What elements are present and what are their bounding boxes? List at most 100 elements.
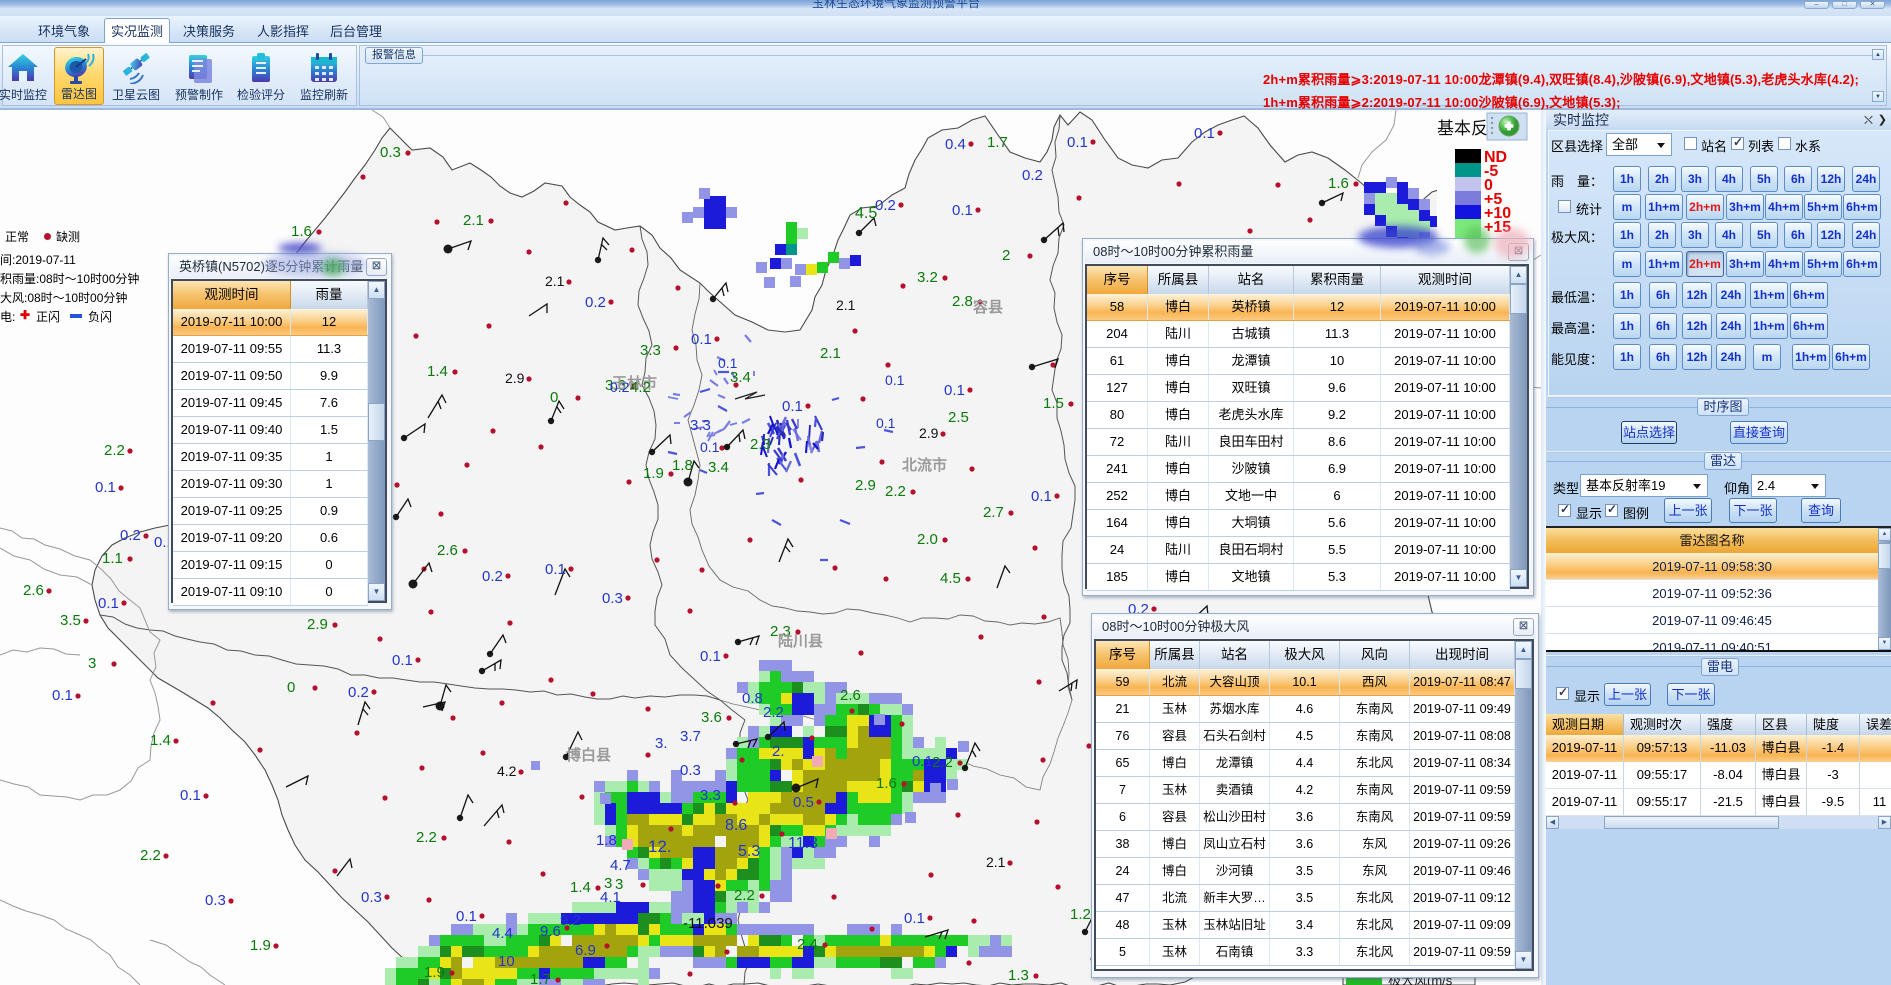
svg-text:0.1: 0.1 bbox=[782, 398, 803, 415]
svg-text:1.4: 1.4 bbox=[150, 732, 171, 749]
svg-text:4.2: 4.2 bbox=[497, 763, 517, 779]
svg-text:2: 2 bbox=[1002, 247, 1010, 264]
svg-text:4.5: 4.5 bbox=[940, 570, 961, 587]
svg-text:2.1: 2.1 bbox=[820, 345, 841, 362]
svg-text:9.6: 9.6 bbox=[540, 923, 561, 940]
svg-text:2.2: 2.2 bbox=[140, 847, 161, 864]
svg-text:2.2: 2.2 bbox=[416, 829, 437, 846]
svg-text:11.3: 11.3 bbox=[788, 835, 818, 852]
svg-text:2.5: 2.5 bbox=[948, 409, 969, 426]
svg-text:0.8: 0.8 bbox=[742, 690, 763, 707]
svg-text:0.1: 0.1 bbox=[1067, 134, 1088, 151]
svg-text:2.8: 2.8 bbox=[952, 293, 973, 310]
svg-text:2.9: 2.9 bbox=[307, 616, 328, 633]
svg-text:0.1: 0.1 bbox=[180, 787, 201, 804]
svg-text:1.6: 1.6 bbox=[1328, 175, 1349, 192]
svg-text:6.9: 6.9 bbox=[575, 942, 596, 959]
svg-text:0: 0 bbox=[550, 389, 558, 406]
svg-text:3.: 3. bbox=[655, 735, 668, 752]
svg-text:0.2: 0.2 bbox=[1022, 167, 1043, 184]
svg-text:0.2: 0.2 bbox=[875, 197, 896, 214]
svg-text:1.7: 1.7 bbox=[987, 134, 1008, 151]
svg-text:2.1: 2.1 bbox=[986, 854, 1006, 870]
svg-text:1.7: 1.7 bbox=[530, 971, 551, 985]
svg-text:0.3: 0.3 bbox=[205, 892, 226, 909]
svg-text:4.4: 4.4 bbox=[492, 925, 513, 942]
svg-text:1.3: 1.3 bbox=[1008, 967, 1029, 984]
svg-text:0.2: 0.2 bbox=[120, 527, 141, 544]
svg-text:3.3: 3.3 bbox=[700, 787, 721, 804]
svg-text:1.5: 1.5 bbox=[1043, 395, 1064, 412]
svg-text:1.9: 1.9 bbox=[424, 964, 445, 981]
svg-text:0.2: 0.2 bbox=[585, 294, 606, 311]
svg-text:0.1: 0.1 bbox=[1031, 488, 1052, 505]
svg-text:+15: +15 bbox=[1484, 219, 1511, 236]
svg-text:0.1: 0.1 bbox=[392, 652, 413, 669]
svg-text:0.1: 0.1 bbox=[876, 415, 896, 431]
svg-text:0.1: 0.1 bbox=[1194, 125, 1215, 142]
svg-text:0.1: 0.1 bbox=[700, 648, 721, 665]
svg-text:0.1: 0.1 bbox=[52, 687, 73, 704]
svg-text:2.2: 2.2 bbox=[885, 483, 906, 500]
svg-text:3.5: 3.5 bbox=[60, 612, 81, 629]
svg-text:1.6: 1.6 bbox=[291, 223, 312, 240]
svg-text:2.1: 2.1 bbox=[545, 273, 565, 289]
svg-text:4.5: 4.5 bbox=[855, 205, 877, 222]
svg-text:2.7: 2.7 bbox=[983, 504, 1004, 521]
svg-text:0.1: 0.1 bbox=[545, 561, 566, 578]
svg-text:2.2: 2.2 bbox=[763, 704, 784, 721]
svg-text:2.2: 2.2 bbox=[932, 754, 953, 771]
svg-text:0.3: 0.3 bbox=[602, 590, 623, 607]
svg-text:3.2: 3.2 bbox=[917, 269, 938, 286]
svg-text:3: 3 bbox=[88, 655, 96, 672]
svg-text:0.1: 0.1 bbox=[952, 202, 973, 219]
svg-text:-11.039: -11.039 bbox=[683, 915, 733, 932]
svg-text:0.1: 0.1 bbox=[904, 910, 925, 927]
svg-text:北流市: 北流市 bbox=[902, 456, 947, 474]
svg-text:2.4: 2.4 bbox=[797, 936, 818, 953]
svg-text:3.4: 3.4 bbox=[708, 459, 729, 476]
svg-text:0.1: 0.1 bbox=[912, 753, 933, 770]
svg-text:2.6: 2.6 bbox=[23, 582, 44, 599]
svg-text:9.2: 9.2 bbox=[560, 912, 581, 929]
svg-text:1.4: 1.4 bbox=[570, 879, 591, 896]
svg-text:0.1: 0.1 bbox=[98, 595, 119, 612]
svg-text:0.1: 0.1 bbox=[95, 479, 116, 496]
svg-text:1.6: 1.6 bbox=[876, 775, 897, 792]
svg-text:2.9: 2.9 bbox=[919, 425, 939, 441]
svg-text:4.7: 4.7 bbox=[610, 857, 631, 874]
svg-text:0.1: 0.1 bbox=[691, 331, 712, 348]
svg-text:2.1: 2.1 bbox=[836, 297, 856, 313]
svg-text:0.1: 0.1 bbox=[700, 439, 720, 455]
svg-text:2.9: 2.9 bbox=[505, 370, 525, 386]
svg-text:博白县: 博白县 bbox=[566, 746, 611, 764]
svg-text:0.2: 0.2 bbox=[610, 379, 630, 395]
svg-text:0.3: 0.3 bbox=[380, 144, 401, 161]
svg-text:0.1: 0.1 bbox=[885, 372, 905, 388]
svg-text:基本反: 基本反 bbox=[1437, 119, 1488, 138]
svg-text:5.3: 5.3 bbox=[738, 843, 760, 860]
svg-text:1.1: 1.1 bbox=[102, 550, 123, 567]
svg-text:4.1: 4.1 bbox=[600, 889, 621, 906]
svg-text:2.2: 2.2 bbox=[104, 442, 125, 459]
svg-text:2.: 2. bbox=[772, 743, 785, 760]
svg-text:0.1: 0.1 bbox=[718, 355, 738, 371]
svg-text:0.4: 0.4 bbox=[945, 136, 966, 153]
svg-text:10: 10 bbox=[498, 953, 515, 970]
svg-text:0.2: 0.2 bbox=[482, 568, 503, 585]
svg-text:3.7: 3.7 bbox=[680, 728, 701, 745]
svg-text:2.2: 2.2 bbox=[734, 887, 755, 904]
svg-text:1.2: 1.2 bbox=[1070, 906, 1091, 923]
svg-text:0.1: 0.1 bbox=[944, 382, 965, 399]
svg-text:12.: 12. bbox=[648, 837, 672, 856]
svg-text:1.8: 1.8 bbox=[596, 832, 617, 849]
svg-text:3.3: 3.3 bbox=[640, 342, 661, 359]
svg-text:0.1: 0.1 bbox=[456, 908, 477, 925]
svg-text:3.4: 3.4 bbox=[730, 369, 751, 386]
svg-text:1.8: 1.8 bbox=[672, 457, 693, 474]
svg-text:4.2: 4.2 bbox=[630, 379, 651, 396]
svg-text:2.6: 2.6 bbox=[840, 687, 861, 704]
svg-text:1.4: 1.4 bbox=[427, 363, 448, 380]
svg-text:3.3: 3.3 bbox=[690, 417, 711, 434]
svg-text:陆川县: 陆川县 bbox=[778, 633, 823, 650]
